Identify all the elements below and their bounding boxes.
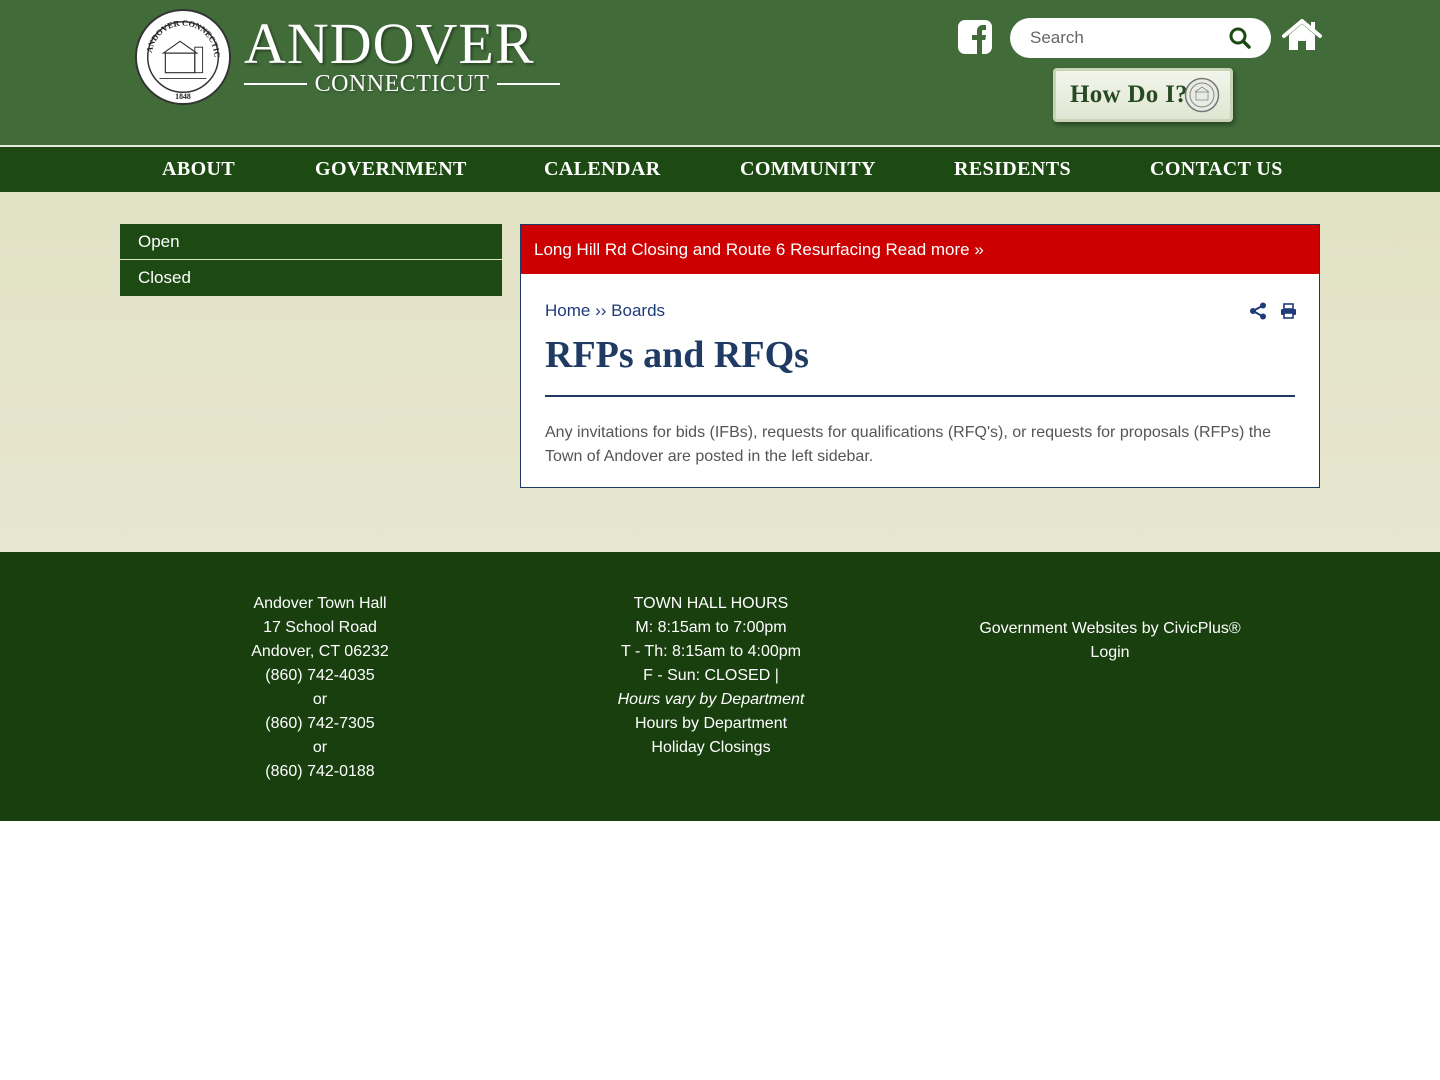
street-address: 17 School Road [263,619,377,636]
seal-icon [1184,77,1220,113]
share-icon[interactable] [1249,302,1267,320]
title-divider [545,395,1295,397]
breadcrumb: Home ›› Boards [545,301,665,321]
page-title: RFPs and RFQs [545,334,809,376]
site-title: ANDOVER [244,11,535,76]
facebook-icon[interactable] [957,19,993,55]
breadcrumb-separator: ›› [595,301,607,320]
site-subtitle-row: CONNECTICUT [244,70,561,98]
nav-item-community[interactable]: COMMUNITY [740,147,876,192]
site-footer: Andover Town Hall 17 School Road Andover… [0,552,1440,821]
site-subtitle: CONNECTICUT [314,70,490,97]
content-panel: Long Hill Rd Closing and Route 6 Resurfa… [520,224,1320,488]
print-icon[interactable] [1280,303,1297,319]
search-input[interactable] [1030,18,1220,58]
or-text: or [312,739,328,756]
breadcrumb-boards-link[interactable]: Boards [611,301,665,320]
site-wordmark[interactable]: ANDOVER CONNECTICUT [244,12,564,102]
phone-link[interactable]: (860) 742-7305 [220,712,420,736]
or-text: or [312,691,328,708]
hours-line: F - Sun: CLOSED | [643,667,779,684]
sidebar-item-open[interactable]: Open [120,224,502,260]
search-icon[interactable] [1228,26,1252,50]
main-navigation: ABOUT GOVERNMENT CALENDAR COMMUNITY RESI… [0,145,1440,192]
divider [244,83,307,85]
town-seal-logo[interactable]: ANDOVER CONNECTICUT 1848 [134,8,232,106]
sidebar-item-closed[interactable]: Closed [120,260,502,297]
alert-banner[interactable]: Long Hill Rd Closing and Route 6 Resurfa… [521,225,1319,274]
holiday-closings-link[interactable]: Holiday Closings [586,736,836,760]
city-state-zip: Andover, CT 06232 [251,643,389,660]
phone-link[interactable]: (860) 742-4035 [220,664,420,688]
login-link[interactable]: Login [960,641,1260,665]
sidebar: Open Closed [120,224,502,297]
how-do-i-button[interactable]: How Do I? [1053,68,1233,122]
nav-item-contact-us[interactable]: CONTACT US [1150,147,1283,192]
civicplus-link[interactable]: Government Websites by CivicPlus® [960,617,1260,641]
page-description: Any invitations for bids (IFBs), request… [545,424,1271,465]
nav-item-about[interactable]: ABOUT [162,147,235,192]
site-header: ANDOVER CONNECTICUT 1848 ANDOVER CONNECT… [0,0,1440,145]
divider [497,83,561,85]
footer-credits: Government Websites by CivicPlus® Login [960,617,1260,665]
breadcrumb-home-link[interactable]: Home [545,301,590,320]
hours-line: T - Th: 8:15am to 4:00pm [621,643,801,660]
hours-line: M: 8:15am to 7:00pm [635,619,787,636]
nav-item-residents[interactable]: RESIDENTS [954,147,1071,192]
svg-text:1848: 1848 [175,92,191,101]
home-icon[interactable] [1282,18,1322,52]
hours-by-department-link[interactable]: Hours by Department [586,712,836,736]
nav-item-calendar[interactable]: CALENDAR [544,147,661,192]
footer-hours: TOWN HALL HOURS M: 8:15am to 7:00pm T - … [586,592,836,760]
phone-link[interactable]: (860) 742-0188 [220,760,420,784]
how-do-i-label: How Do I? [1070,81,1188,108]
nav-item-government[interactable]: GOVERNMENT [315,147,467,192]
hours-note: Hours vary by Department [617,691,805,708]
main-content-area: Open Closed Long Hill Rd Closing and Rou… [0,192,1440,552]
footer-address: Andover Town Hall 17 School Road Andover… [220,592,420,784]
town-hall-name: Andover Town Hall [253,595,387,612]
hours-heading: TOWN HALL HOURS [633,595,789,612]
